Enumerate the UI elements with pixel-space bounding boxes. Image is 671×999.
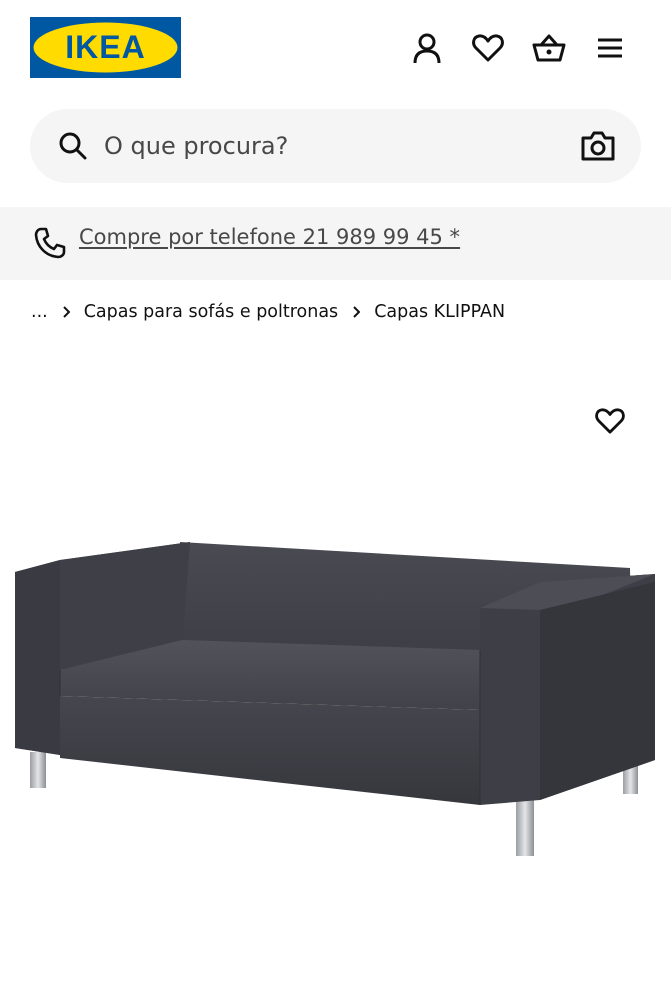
svg-text:IKEA: IKEA [65,29,145,65]
ikea-logo[interactable]: IKEA [30,17,181,78]
search-input[interactable] [104,127,564,165]
menu-icon[interactable] [590,28,630,68]
heart-icon [595,407,625,439]
camera-icon[interactable] [580,129,616,163]
phone-order-link[interactable]: Compre por telefone 21 989 99 45 * [79,225,460,249]
phone-order-bar: Compre por telefone 21 989 99 45 * [0,207,671,280]
breadcrumb-ellipsis[interactable]: ... [31,302,48,322]
site-header: IKEA [0,0,671,96]
chevron-right-icon [60,306,72,318]
breadcrumb-item-klippan-covers[interactable]: Capas KLIPPAN [374,302,505,322]
search-icon[interactable] [58,131,88,161]
cart-icon[interactable] [529,28,569,68]
phone-icon [34,227,66,259]
product-image[interactable] [0,500,671,920]
sofa-illustration [15,542,655,856]
user-icon[interactable] [407,28,447,68]
breadcrumb-item-sofa-covers[interactable]: Capas para sofás e poltronas [84,302,338,322]
add-to-favorites-button[interactable] [592,405,628,441]
breadcrumb: ... Capas para sofás e poltronas Capas K… [31,298,505,326]
search-bar[interactable] [30,109,641,183]
chevron-right-icon [350,306,362,318]
heart-icon[interactable] [468,28,508,68]
